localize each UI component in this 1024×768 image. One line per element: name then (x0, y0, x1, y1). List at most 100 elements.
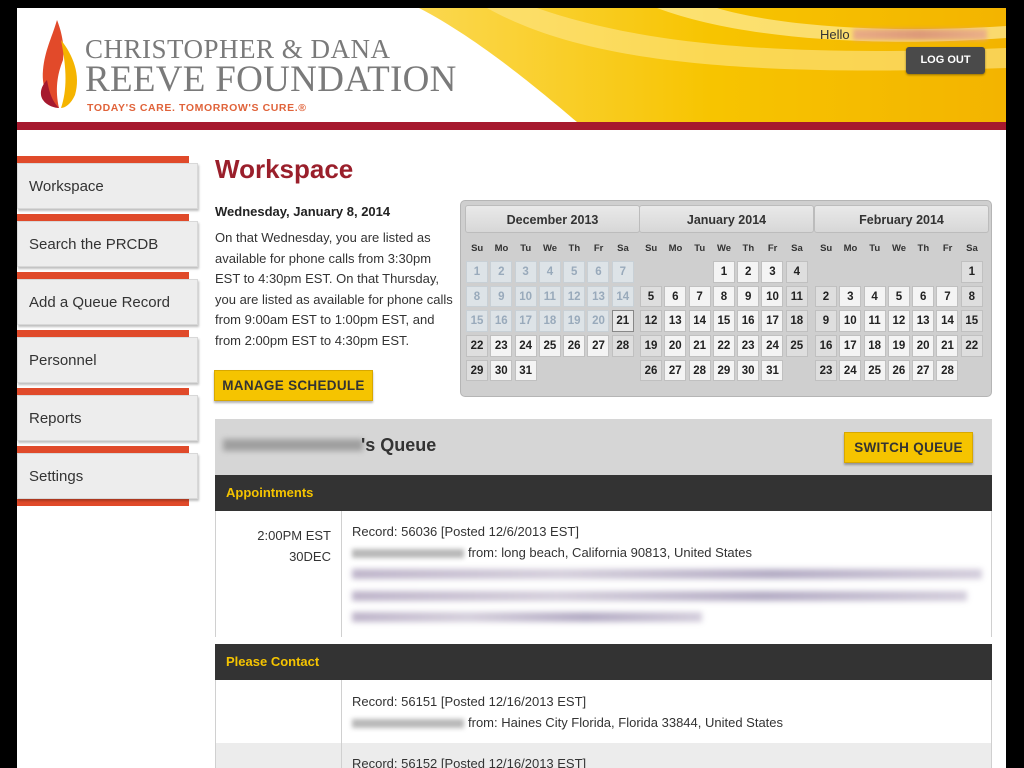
calendar-day[interactable]: 2 (737, 261, 760, 283)
calendar-day[interactable]: 8 (960, 285, 983, 308)
calendar-day[interactable]: 22 (466, 335, 488, 357)
sidebar-item-label[interactable]: Search the PRCDB (17, 221, 198, 267)
calendar-day[interactable]: 31 (761, 359, 784, 382)
sidebar-item-label[interactable]: Reports (17, 395, 198, 441)
calendar-day[interactable]: 18 (785, 310, 808, 333)
calendar-day[interactable]: 17 (839, 335, 862, 357)
calendar-day[interactable]: 3 (514, 261, 537, 283)
calendar-day[interactable]: 3 (761, 261, 784, 283)
calendar-day[interactable]: 7 (688, 285, 711, 308)
calendar-day[interactable]: 5 (563, 261, 586, 283)
calendar-day[interactable]: 25 (538, 335, 561, 357)
calendar-day[interactable]: 20 (587, 310, 610, 333)
calendar-day[interactable]: 29 (466, 359, 488, 382)
calendar-day[interactable]: 28 (936, 359, 959, 382)
calendar-day[interactable]: 5 (887, 285, 910, 308)
calendar-day[interactable]: 16 (815, 335, 837, 357)
calendar-day[interactable]: 6 (587, 261, 610, 283)
calendar-day[interactable]: 12 (640, 310, 662, 333)
calendar-day[interactable]: 27 (912, 359, 935, 382)
calendar-day[interactable]: 4 (863, 285, 886, 308)
calendar-day[interactable]: 14 (611, 285, 634, 308)
calendar-day[interactable]: 21 (688, 335, 711, 357)
calendar-day[interactable]: 10 (514, 285, 537, 308)
calendar-day[interactable]: 6 (912, 285, 935, 308)
sidebar-item-settings[interactable]: Settings (17, 446, 198, 504)
calendar-day[interactable]: 15 (712, 310, 735, 333)
calendar-day[interactable]: 26 (563, 335, 586, 357)
calendar-day[interactable]: 29 (712, 359, 735, 382)
calendar-day[interactable]: 23 (815, 359, 837, 382)
calendar-day[interactable]: 13 (664, 310, 687, 333)
calendar-day[interactable]: 28 (688, 359, 711, 382)
sidebar-item-search-prcdb[interactable]: Search the PRCDB (17, 214, 198, 272)
calendar-day[interactable]: 18 (863, 335, 886, 357)
calendar-day[interactable]: 17 (514, 310, 537, 333)
calendar-day[interactable]: 5 (640, 285, 662, 308)
calendar-day[interactable]: 15 (466, 310, 488, 333)
record-link[interactable]: Record: 56036 [Posted 12/6/2013 EST] (352, 524, 579, 539)
calendar-day[interactable]: 13 (587, 285, 610, 308)
calendar-day[interactable]: 30 (737, 359, 760, 382)
appointment-row[interactable]: 2:00PM EST 30DEC Record: 56036 [Posted 1… (215, 511, 992, 637)
logout-button[interactable]: LOG OUT (906, 47, 985, 74)
calendar-day[interactable]: 11 (538, 285, 561, 308)
sidebar-item-reports[interactable]: Reports (17, 388, 198, 446)
calendar-day[interactable]: 17 (761, 310, 784, 333)
calendar-day[interactable]: 30 (490, 359, 513, 382)
foundation-logo[interactable]: CHRISTOPHER & DANA REEVE FOUNDATION TODA… (37, 20, 456, 116)
calendar-day[interactable]: 20 (912, 335, 935, 357)
calendar-day[interactable]: 7 (611, 261, 634, 283)
calendar-day[interactable]: 23 (737, 335, 760, 357)
calendar-day[interactable]: 14 (688, 310, 711, 333)
sidebar-item-label[interactable]: Workspace (17, 163, 198, 209)
calendar-day[interactable]: 21 (611, 310, 634, 333)
calendar-day[interactable]: 9 (737, 285, 760, 308)
calendar-day[interactable]: 4 (538, 261, 561, 283)
calendar-day[interactable]: 19 (563, 310, 586, 333)
calendar-day[interactable]: 26 (640, 359, 662, 382)
calendar-day[interactable]: 27 (664, 359, 687, 382)
calendar-day[interactable]: 19 (640, 335, 662, 357)
record-link[interactable]: Record: 56151 [Posted 12/16/2013 EST] (352, 694, 586, 709)
calendar-day[interactable]: 2 (815, 285, 837, 308)
calendar-day[interactable]: 26 (887, 359, 910, 382)
calendar-day[interactable]: 9 (490, 285, 513, 308)
calendar-day[interactable]: 25 (863, 359, 886, 382)
calendar-day[interactable]: 23 (490, 335, 513, 357)
calendar-day[interactable]: 18 (538, 310, 561, 333)
calendar-day[interactable]: 3 (839, 285, 862, 308)
calendar-day[interactable]: 19 (887, 335, 910, 357)
calendar-day[interactable]: 1 (466, 261, 488, 283)
calendar-day[interactable]: 4 (785, 261, 808, 283)
calendar-day[interactable]: 2 (490, 261, 513, 283)
calendar-day[interactable]: 28 (611, 335, 634, 357)
calendar-day[interactable]: 11 (863, 310, 886, 333)
calendar-day[interactable]: 12 (563, 285, 586, 308)
calendar-day[interactable]: 9 (815, 310, 837, 333)
calendar-day[interactable]: 16 (490, 310, 513, 333)
contact-row[interactable]: Record: 56152 [Posted 12/16/2013 EST] (215, 743, 992, 768)
calendar-day[interactable]: 8 (466, 285, 488, 308)
calendar-day[interactable]: 6 (664, 285, 687, 308)
calendar-day[interactable]: 16 (737, 310, 760, 333)
calendar-day[interactable]: 22 (712, 335, 735, 357)
calendar-day[interactable]: 7 (936, 285, 959, 308)
calendar-day[interactable]: 25 (785, 335, 808, 357)
calendar-day[interactable]: 22 (960, 335, 983, 357)
calendar-day[interactable]: 13 (912, 310, 935, 333)
calendar-day[interactable]: 1 (960, 261, 983, 283)
sidebar-item-label[interactable]: Add a Queue Record (17, 279, 198, 325)
calendar-day[interactable]: 10 (761, 285, 784, 308)
record-link[interactable]: Record: 56152 [Posted 12/16/2013 EST] (352, 756, 586, 768)
sidebar-item-label[interactable]: Personnel (17, 337, 198, 383)
sidebar-item-workspace[interactable]: Workspace (17, 156, 198, 214)
calendar-day[interactable]: 14 (936, 310, 959, 333)
calendar-day[interactable]: 15 (960, 310, 983, 333)
calendar-day[interactable]: 31 (514, 359, 537, 382)
switch-queue-button[interactable]: SWITCH QUEUE (844, 432, 973, 463)
calendar-day[interactable]: 12 (887, 310, 910, 333)
calendar-day[interactable]: 10 (839, 310, 862, 333)
contact-row[interactable]: Record: 56151 [Posted 12/16/2013 EST] fr… (215, 680, 992, 743)
manage-schedule-button[interactable]: MANAGE SCHEDULE (214, 370, 373, 401)
